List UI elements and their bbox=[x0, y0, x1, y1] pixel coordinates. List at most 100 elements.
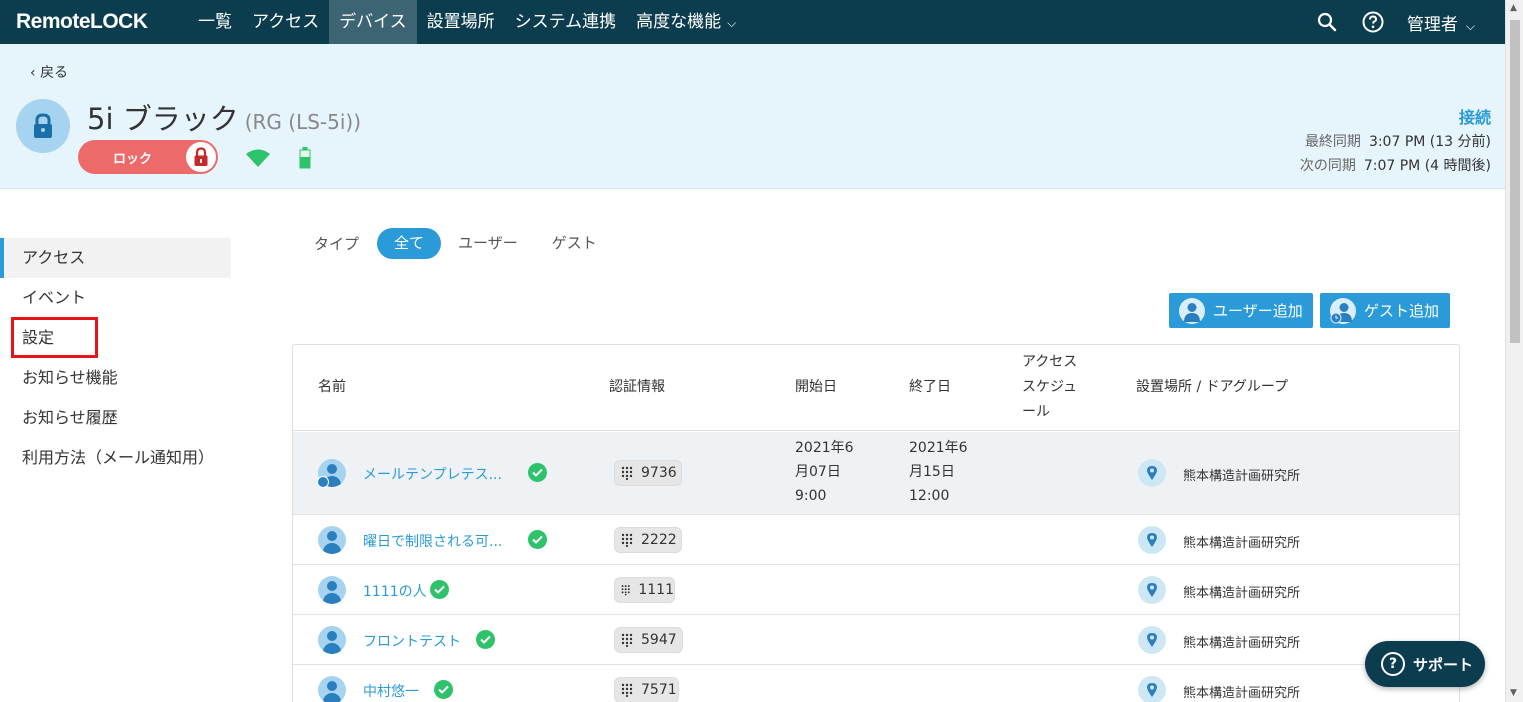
sidebar-item-access[interactable]: アクセス bbox=[0, 238, 231, 278]
sidebar-item-events[interactable]: イベント bbox=[0, 278, 231, 318]
end-date: 2021年6 月15日 12:00 bbox=[909, 440, 968, 504]
keypad-icon bbox=[621, 585, 630, 596]
remotelock-logo[interactable]: RemoteLOCK bbox=[16, 10, 188, 34]
user-name-link[interactable]: 1111の人 bbox=[363, 581, 427, 601]
last-sync-label: 最終同期 bbox=[1304, 134, 1361, 150]
pin-value: 7571 bbox=[641, 682, 677, 698]
pin-value: 5947 bbox=[641, 632, 677, 648]
filter-guests[interactable]: ゲスト bbox=[535, 228, 614, 259]
device-model: (RG (LS-5i)) bbox=[244, 110, 362, 134]
keypad-icon bbox=[621, 683, 633, 697]
help-circle-icon: ? bbox=[1381, 652, 1405, 676]
filter-all[interactable]: 全て bbox=[377, 228, 442, 259]
clock-icon bbox=[317, 476, 329, 488]
user-menu-label: 管理者 bbox=[1406, 14, 1458, 35]
location-name: 熊本構造計画研究所 bbox=[1183, 686, 1301, 701]
padlock-icon bbox=[186, 142, 216, 172]
nav-item-access[interactable]: アクセス bbox=[242, 0, 329, 44]
nav-item-integrations[interactable]: システム連携 bbox=[505, 0, 627, 44]
chevron-left-icon: ‹ bbox=[30, 65, 36, 81]
check-icon bbox=[476, 630, 495, 649]
back-label: 戻る bbox=[40, 65, 69, 81]
sidebar: アクセス イベント 設定 お知らせ機能 お知らせ履歴 利用方法（メール通知用） bbox=[0, 238, 231, 478]
check-icon bbox=[528, 530, 547, 549]
col-schedule: アクセス スケジュ ール bbox=[1022, 354, 1078, 420]
type-filter: タイプ 全て ユーザー ゲスト bbox=[314, 228, 614, 259]
keypad-icon bbox=[621, 633, 633, 647]
keypad-icon bbox=[621, 533, 633, 547]
user-menu[interactable]: 管理者 ⌵ bbox=[1407, 10, 1475, 35]
table-row[interactable]: 1111の人 1111 熊本構造計画研究所 bbox=[293, 565, 1459, 615]
pin-value: 9736 bbox=[641, 465, 677, 481]
table-header: 名前 認証情報 開始日 終了日 アクセス スケジュ ール 設置場所 / ドアグル… bbox=[293, 345, 1459, 431]
pin-value: 2222 bbox=[641, 532, 677, 548]
user-avatar-icon bbox=[318, 676, 346, 702]
page-scrollbar[interactable]: ▲ ▼ bbox=[1505, 0, 1523, 702]
scroll-down-arrow-icon[interactable]: ▼ bbox=[1510, 688, 1517, 698]
user-avatar-icon bbox=[318, 576, 346, 604]
scroll-up-arrow-icon[interactable]: ▲ bbox=[1510, 3, 1517, 13]
location-pin-icon bbox=[1138, 459, 1166, 487]
connection-status: 接続 bbox=[1458, 108, 1491, 127]
lock-label: ロック bbox=[113, 152, 153, 167]
pin-badge: 9736 bbox=[614, 460, 682, 486]
col-credential: 認証情報 bbox=[609, 379, 665, 395]
table-row[interactable]: 中村悠一 7571 熊本構造計画研究所 bbox=[293, 665, 1459, 702]
col-end[interactable]: 終了日 bbox=[909, 375, 951, 400]
start-date: 2021年6 月07日 9:00 bbox=[795, 440, 854, 504]
location-name: 熊本構造計画研究所 bbox=[1183, 536, 1301, 551]
type-filter-label: タイプ bbox=[314, 235, 360, 253]
check-icon bbox=[430, 580, 449, 599]
nav-right: 管理者 ⌵ bbox=[1315, 0, 1505, 44]
sidebar-item-usage[interactable]: 利用方法（メール通知用） bbox=[0, 438, 231, 478]
next-sync-value: 7:07 PM (4 時間後) bbox=[1363, 158, 1491, 174]
user-name-link[interactable]: メールテンプレテス... bbox=[363, 464, 502, 484]
add-guest-button[interactable]: ゲスト追加 bbox=[1320, 293, 1450, 328]
add-guest-label: ゲスト追加 bbox=[1364, 302, 1440, 320]
battery-icon bbox=[299, 147, 311, 173]
lock-toggle-button[interactable]: ロック bbox=[78, 140, 218, 174]
add-user-button[interactable]: ユーザー追加 bbox=[1169, 293, 1313, 328]
table-row[interactable]: メールテンプレテス... 9736 2021年6 月07日 9:00 2021年… bbox=[293, 432, 1459, 515]
nav-item-advanced[interactable]: 高度な機能 ⌵ bbox=[626, 0, 746, 44]
col-name[interactable]: 名前 bbox=[318, 375, 346, 400]
location-pin-icon bbox=[1138, 526, 1166, 554]
device-name: 5i ブラック bbox=[87, 102, 239, 136]
sidebar-item-notifications[interactable]: お知らせ機能 bbox=[0, 358, 231, 398]
user-name-link[interactable]: フロントテスト bbox=[363, 631, 461, 651]
top-nav: RemoteLOCK 一覧 アクセス デバイス 設置場所 システム連携 高度な機… bbox=[0, 0, 1505, 44]
access-table: 名前 認証情報 開始日 終了日 アクセス スケジュ ール 設置場所 / ドアグル… bbox=[292, 344, 1460, 702]
search-icon[interactable] bbox=[1315, 10, 1339, 34]
nav-item-locations[interactable]: 設置場所 bbox=[417, 0, 505, 44]
settings-highlight-box bbox=[11, 317, 98, 358]
col-start[interactable]: 開始日 bbox=[795, 375, 837, 400]
nav-item-devices[interactable]: デバイス bbox=[329, 0, 417, 44]
user-avatar-icon bbox=[318, 626, 346, 654]
support-button[interactable]: ? サポート bbox=[1365, 641, 1485, 687]
check-icon bbox=[434, 680, 453, 699]
user-name-link[interactable]: 中村悠一 bbox=[363, 681, 419, 701]
user-name-link[interactable]: 曜日で制限される可... bbox=[363, 531, 502, 551]
nav-item-advanced-label: 高度な機能 bbox=[636, 12, 722, 32]
nav-item-list[interactable]: 一覧 bbox=[188, 0, 242, 44]
location-name: 熊本構造計画研究所 bbox=[1183, 636, 1301, 651]
guest-icon bbox=[1330, 297, 1356, 324]
back-link[interactable]: ‹ 戻る bbox=[30, 62, 68, 82]
next-sync-label: 次の同期 bbox=[1299, 158, 1356, 174]
pin-badge: 1111 bbox=[614, 577, 675, 603]
location-pin-icon bbox=[1138, 626, 1166, 654]
chevron-down-icon: ⌵ bbox=[727, 16, 737, 30]
pin-badge: 2222 bbox=[614, 527, 682, 553]
scroll-thumb[interactable] bbox=[1510, 20, 1520, 343]
table-row[interactable]: 曜日で制限される可... 2222 熊本構造計画研究所 bbox=[293, 515, 1459, 565]
table-row[interactable]: フロントテスト 5947 熊本構造計画研究所 bbox=[293, 615, 1459, 665]
help-icon[interactable] bbox=[1361, 10, 1385, 34]
check-icon bbox=[528, 463, 547, 482]
filter-users[interactable]: ユーザー bbox=[441, 228, 535, 259]
wifi-icon bbox=[245, 148, 271, 172]
add-user-label: ユーザー追加 bbox=[1213, 302, 1303, 320]
keypad-icon bbox=[621, 466, 633, 480]
pin-value: 1111 bbox=[638, 582, 674, 598]
last-sync-value: 3:07 PM (13 分前) bbox=[1368, 134, 1491, 150]
sidebar-item-notification-history[interactable]: お知らせ履歴 bbox=[0, 398, 231, 438]
